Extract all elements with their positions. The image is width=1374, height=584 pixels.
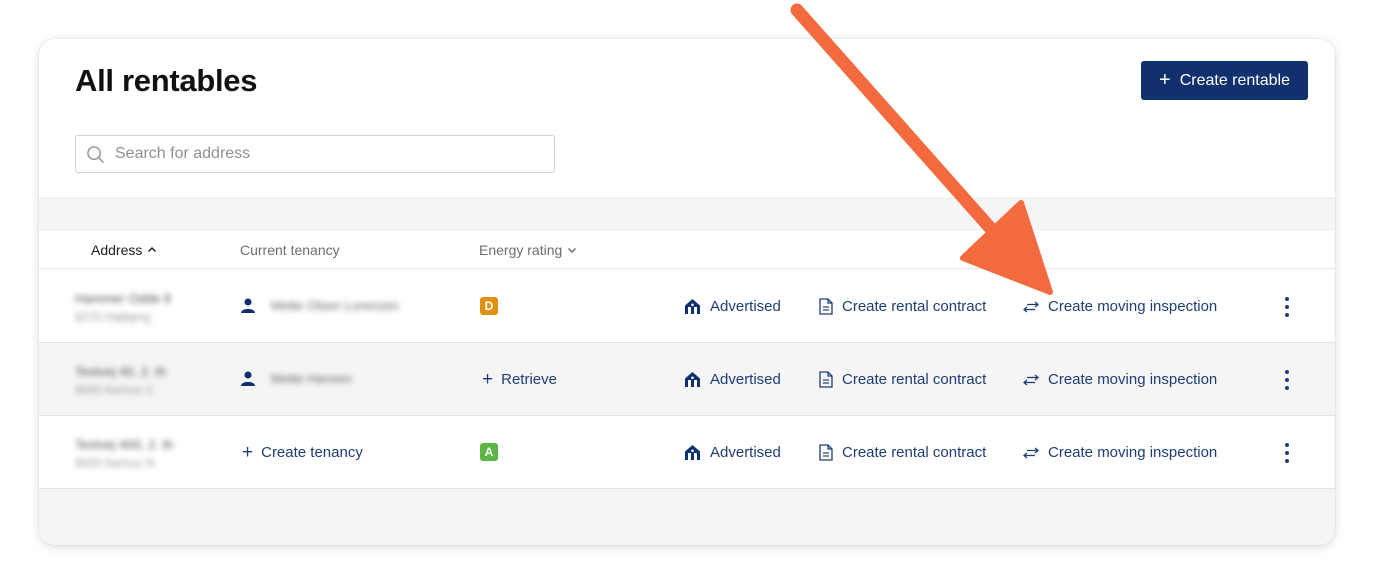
address-line1: Testvej 400, 2. th	[75, 437, 174, 452]
search-input[interactable]	[115, 145, 535, 163]
energy-header-label: Energy rating	[479, 242, 563, 258]
inspection-label: Create moving inspection	[1048, 444, 1218, 461]
kebab-icon[interactable]	[1279, 370, 1295, 390]
house-icon	[685, 372, 700, 387]
energy-badge: A	[480, 443, 498, 461]
advertised-label: Advertised	[710, 371, 781, 388]
create-rental-contract-action[interactable]: Create rental contract	[819, 371, 986, 388]
contract-label: Create rental contract	[842, 371, 987, 388]
document-icon	[819, 371, 833, 388]
page-title: All rentables	[75, 63, 258, 98]
advertised-label: Advertised	[710, 444, 781, 461]
inspection-label: Create moving inspection	[1048, 371, 1218, 388]
create-moving-inspection-action[interactable]: Create moving inspection	[1023, 371, 1217, 388]
address-cell: Testvej 400, 2. th 8000 Aarhus N	[75, 436, 173, 472]
inspection-label: Create moving inspection	[1048, 298, 1218, 315]
table-header: Address Current tenancy Energy rating	[39, 231, 1335, 269]
chevron-up-icon	[148, 246, 157, 253]
address-line2: 8000 Aarhus C	[75, 383, 155, 397]
energy-badge: D	[480, 297, 498, 315]
table-footer	[39, 489, 1335, 545]
table-row[interactable]: Testvej 40, 2. th 8000 Aarhus C Mette Ha…	[39, 343, 1335, 416]
person-icon	[241, 371, 255, 386]
create-rental-contract-action[interactable]: Create rental contract	[819, 298, 986, 315]
advertised-action[interactable]: Advertised	[684, 444, 781, 461]
address-line2: 8270 Højbjerg	[75, 310, 151, 324]
tenant-name: Mette Olsen Lorenzen	[271, 298, 399, 313]
swap-arrows-icon	[1023, 301, 1039, 312]
tenancy-header-label: Current tenancy	[240, 242, 340, 258]
address-header-label: Address	[91, 242, 143, 258]
document-icon	[819, 298, 833, 315]
house-icon	[685, 299, 700, 314]
filter-band	[39, 198, 1335, 231]
create-tenancy-label: Create tenancy	[261, 444, 363, 461]
tenant-name: Mette Hansen	[271, 371, 352, 386]
tenant-cell[interactable]: Mette Olsen Lorenzen	[241, 298, 399, 313]
address-cell: Hammer Odde 8 8270 Højbjerg	[75, 290, 171, 326]
rentables-card: All rentables + Create rentable Address …	[39, 39, 1335, 545]
search-box	[75, 135, 555, 173]
tenant-cell[interactable]: Mette Hansen	[241, 371, 352, 386]
advertised-label: Advertised	[710, 298, 781, 315]
advertised-action[interactable]: Advertised	[684, 298, 781, 315]
address-line1: Testvej 40, 2. th	[75, 364, 167, 379]
swap-arrows-icon	[1023, 447, 1039, 458]
create-rental-contract-action[interactable]: Create rental contract	[819, 444, 986, 461]
swap-arrows-icon	[1023, 374, 1039, 385]
create-moving-inspection-action[interactable]: Create moving inspection	[1023, 298, 1217, 315]
plus-icon: +	[1159, 68, 1171, 91]
table-row[interactable]: Hammer Odde 8 8270 Højbjerg Mette Olsen …	[39, 270, 1335, 343]
address-cell: Testvej 40, 2. th 8000 Aarhus C	[75, 363, 166, 399]
kebab-icon[interactable]	[1279, 297, 1295, 317]
plus-icon: +	[482, 369, 494, 390]
search-icon	[87, 145, 104, 163]
table-row[interactable]: Testvej 400, 2. th 8000 Aarhus N + Creat…	[39, 416, 1335, 489]
create-tenancy-link[interactable]: + Create tenancy	[242, 443, 363, 462]
contract-label: Create rental contract	[842, 444, 987, 461]
create-moving-inspection-action[interactable]: Create moving inspection	[1023, 444, 1217, 461]
address-line1: Hammer Odde 8	[75, 291, 172, 306]
address-line2: 8000 Aarhus N	[75, 456, 155, 470]
chevron-down-icon	[568, 247, 577, 254]
plus-icon: +	[242, 442, 254, 463]
document-icon	[819, 444, 833, 461]
advertised-action[interactable]: Advertised	[684, 371, 781, 388]
address-column-header[interactable]: Address	[91, 242, 157, 258]
contract-label: Create rental contract	[842, 298, 987, 315]
person-icon	[241, 298, 255, 313]
energy-column-header[interactable]: Energy rating	[479, 242, 577, 258]
house-icon	[685, 445, 700, 460]
kebab-icon[interactable]	[1279, 443, 1295, 463]
create-rentable-label: Create rentable	[1179, 71, 1290, 89]
tenancy-column-header[interactable]: Current tenancy	[240, 242, 340, 258]
retrieve-label: Retrieve	[501, 371, 557, 388]
retrieve-energy-link[interactable]: + Retrieve	[482, 370, 557, 389]
create-rentable-button[interactable]: + Create rentable	[1141, 61, 1308, 100]
